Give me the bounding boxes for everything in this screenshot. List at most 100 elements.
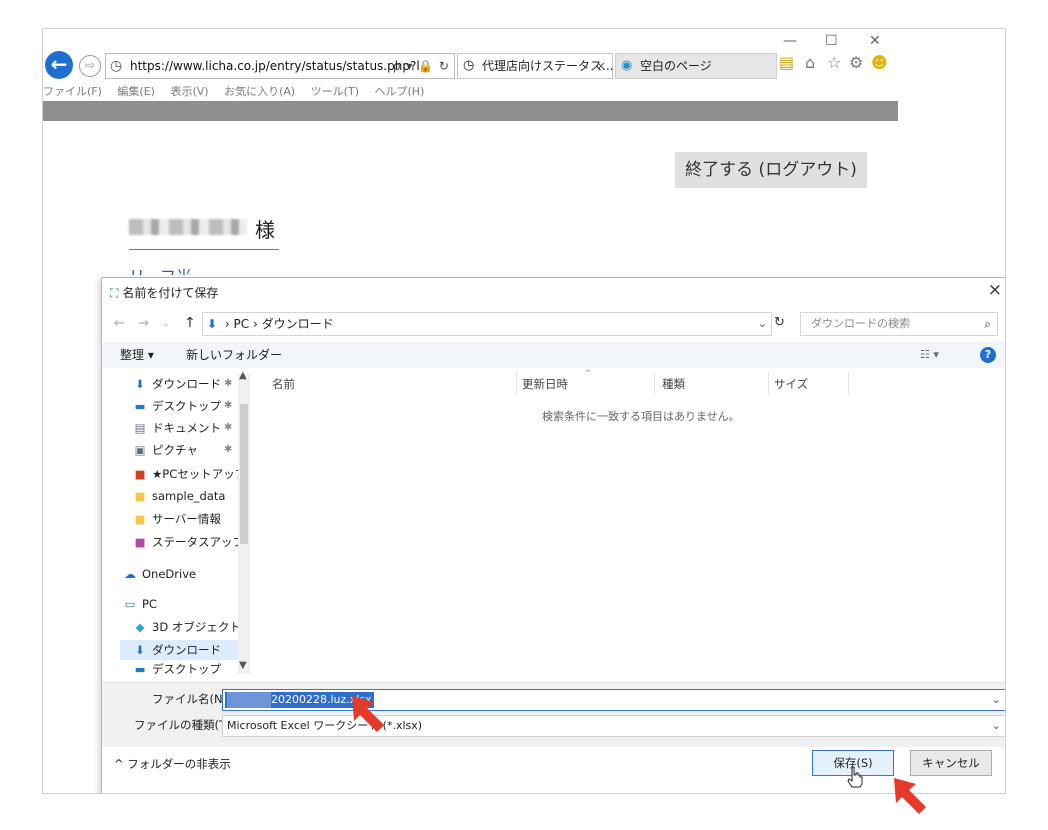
hand-cursor-icon (847, 766, 863, 788)
hide-folders-toggle[interactable]: ^ フォルダーの非表示 (114, 756, 231, 772)
view-options-button[interactable]: ☷ ▾ (920, 342, 939, 368)
home-icon[interactable]: ⌂ (805, 53, 815, 72)
nav-item-pc-setup[interactable]: ■ ★PCセットアップ (132, 464, 247, 484)
save-dialog-icon: ⛶ (110, 286, 119, 300)
refresh-icon[interactable]: ↻ (774, 315, 785, 330)
address-bar[interactable]: ◷ https://www.licha.co.jp/entry/status/s… (105, 53, 455, 79)
filename-field[interactable]: 20200228.luz.xlsx ⌄ (222, 689, 1005, 711)
favorites-add-icon[interactable]: ▤ (779, 53, 794, 72)
nav-item-label: ダウンロード (152, 377, 221, 391)
nav-item-3d-objects[interactable]: ◆ 3D オブジェクト (132, 617, 241, 637)
nav-item-label: PC (142, 597, 157, 611)
menu-favorites[interactable]: お気に入り(A) (224, 85, 295, 98)
nav-item-label: ピクチャ (152, 443, 198, 457)
pin-icon: ✱ (224, 378, 233, 389)
path-separator: › (224, 317, 230, 331)
up-arrow-icon[interactable]: ↑ (184, 315, 196, 331)
pin-icon: ✱ (224, 400, 233, 411)
site-icon: ◷ (463, 58, 475, 73)
menu-tools[interactable]: ツール(T) (311, 85, 359, 98)
nav-item-downloads-quick[interactable]: ⬇ ダウンロード ✱ (132, 374, 232, 394)
nav-item-server-info[interactable]: ■ サーバー情報 (132, 509, 221, 529)
nav-item-onedrive[interactable]: ☁ OneDrive (122, 564, 196, 584)
menu-view[interactable]: 表示(V) (170, 85, 208, 98)
picture-icon: ▣ (134, 443, 146, 457)
chevron-down-icon[interactable]: ⌄ (758, 313, 767, 335)
scroll-up-icon[interactable]: ▲ (239, 370, 247, 381)
path-downloads[interactable]: ダウンロード (262, 317, 334, 331)
nav-item-pc[interactable]: ▭ PC (122, 594, 157, 614)
filetype-select[interactable]: Microsoft Excel ワークシート (*.xlsx) ⌄ (222, 715, 1005, 737)
nav-item-label: 3D オブジェクト (152, 620, 241, 634)
star-icon[interactable]: ☆ (827, 53, 841, 72)
arrow-to-filename-icon (352, 696, 384, 732)
organize-button[interactable]: 整理 ▾ (120, 342, 154, 368)
menu-help[interactable]: ヘルプ(H) (375, 85, 425, 98)
tab-blank[interactable]: ◉ 空白のページ (615, 53, 777, 79)
column-modified[interactable]: 更新日時 (522, 374, 568, 394)
document-icon: ▤ (134, 421, 146, 435)
nav-item-sample-data[interactable]: ■ sample_data (132, 486, 226, 506)
filename-area: ファイル名(N): 20200228.luz.xlsx ⌄ ファイルの種類(T)… (102, 682, 1005, 747)
nav-item-pictures[interactable]: ▣ ピクチャ ✱ (132, 440, 233, 460)
tab-label: 空白のページ (640, 59, 712, 73)
gear-icon[interactable]: ⚙ (849, 53, 863, 72)
nav-item-documents[interactable]: ▤ ドキュメント ✱ (132, 418, 233, 438)
address-tools[interactable]: ρ ▾ 🔒 ↻ (393, 54, 450, 78)
column-name[interactable]: 名前 (272, 374, 295, 394)
chevron-down-icon[interactable]: ⌄ (992, 716, 1001, 736)
cancel-button[interactable]: キャンセル (910, 750, 992, 776)
nav-item-desktop-quick[interactable]: ▬ デスクトップ ✱ (132, 396, 233, 416)
nav-scrollbar[interactable]: ▲ ▼ (238, 370, 250, 674)
maximize-button[interactable]: ☐ (825, 33, 838, 49)
search-input[interactable]: ダウンロードの検索 ⌕ (800, 312, 998, 336)
browser-window: — ☐ ✕ ← ⇨ ◷ https://www.licha.co.jp/entr… (42, 28, 1006, 794)
nav-item-label: sample_data (152, 489, 226, 503)
page-header-band (43, 101, 898, 121)
logout-button[interactable]: 終了する (ログアウト) (675, 152, 867, 188)
tab-close-icon[interactable]: × (596, 54, 606, 78)
save-as-dialog: ⛶ 名前を付けて保存 × ← → ⌄ ↑ ⬇ › PC › ダウンロード ⌄ ↻ … (101, 277, 1005, 793)
folder-red-icon: ■ (134, 467, 146, 481)
folder-icon: ■ (134, 512, 146, 526)
chevron-up-icon: ^ (114, 757, 128, 771)
forward-button[interactable]: ⇨ (79, 55, 101, 77)
path-row: ← → ⌄ ↑ ⬇ › PC › ダウンロード ⌄ ↻ ダウンロードの検索 ⌕ (102, 312, 1005, 338)
smiley-icon[interactable]: ☻ (871, 53, 888, 72)
empty-message: 検索条件に一致する項目はありません。 (542, 410, 740, 423)
forward-arrow-icon[interactable]: → (138, 316, 149, 331)
scroll-down-icon[interactable]: ▼ (239, 660, 247, 671)
partial-link[interactable]: リーフ光 (129, 265, 192, 275)
tab-status[interactable]: ◷ 代理店向けステータス... × (457, 53, 613, 79)
chevron-down-icon[interactable]: ⌄ (992, 690, 1001, 710)
help-icon[interactable]: ? (980, 347, 996, 363)
search-icon: ⌕ (984, 317, 991, 331)
column-type[interactable]: 種類 (662, 374, 685, 394)
nav-item-label: ドキュメント (152, 421, 221, 435)
recent-dropdown-icon[interactable]: ⌄ (162, 319, 170, 329)
menu-bar: ファイル(F) 編集(E) 表示(V) お気に入り(A) ツール(T) ヘルプ(… (43, 83, 436, 101)
nav-item-status-upload[interactable]: ■ ステータスアップロー (132, 532, 250, 552)
nav-item-desktop[interactable]: ▬ デスクトップ (132, 662, 221, 676)
nav-item-label: ステータスアップロー (152, 535, 250, 549)
arrow-to-save-icon (894, 778, 926, 814)
pin-icon: ✱ (224, 444, 233, 455)
minimize-button[interactable]: — (783, 33, 797, 49)
nav-item-label: サーバー情報 (152, 512, 221, 526)
dialog-close-button[interactable]: × (988, 280, 1002, 300)
path-pc[interactable]: PC (234, 317, 250, 331)
cube-icon: ◆ (135, 620, 145, 634)
blurred-filename-prefix (227, 692, 271, 708)
menu-file[interactable]: ファイル(F) (43, 85, 102, 98)
menu-edit[interactable]: 編集(E) (117, 85, 155, 98)
new-folder-button[interactable]: 新しいフォルダー (186, 342, 282, 368)
address-row: ← ⇨ ◷ https://www.licha.co.jp/entry/stat… (43, 51, 1005, 81)
back-button[interactable]: ← (45, 51, 73, 79)
back-arrow-icon[interactable]: ← (114, 316, 125, 331)
nav-item-downloads-selected[interactable]: ⬇ ダウンロード (120, 640, 242, 660)
scroll-thumb[interactable] (240, 404, 248, 544)
path-bar[interactable]: ⬇ › PC › ダウンロード ⌄ (202, 312, 772, 336)
desktop-icon: ▬ (134, 399, 146, 413)
close-window-button[interactable]: ✕ (869, 33, 881, 49)
column-size[interactable]: サイズ (774, 374, 808, 394)
